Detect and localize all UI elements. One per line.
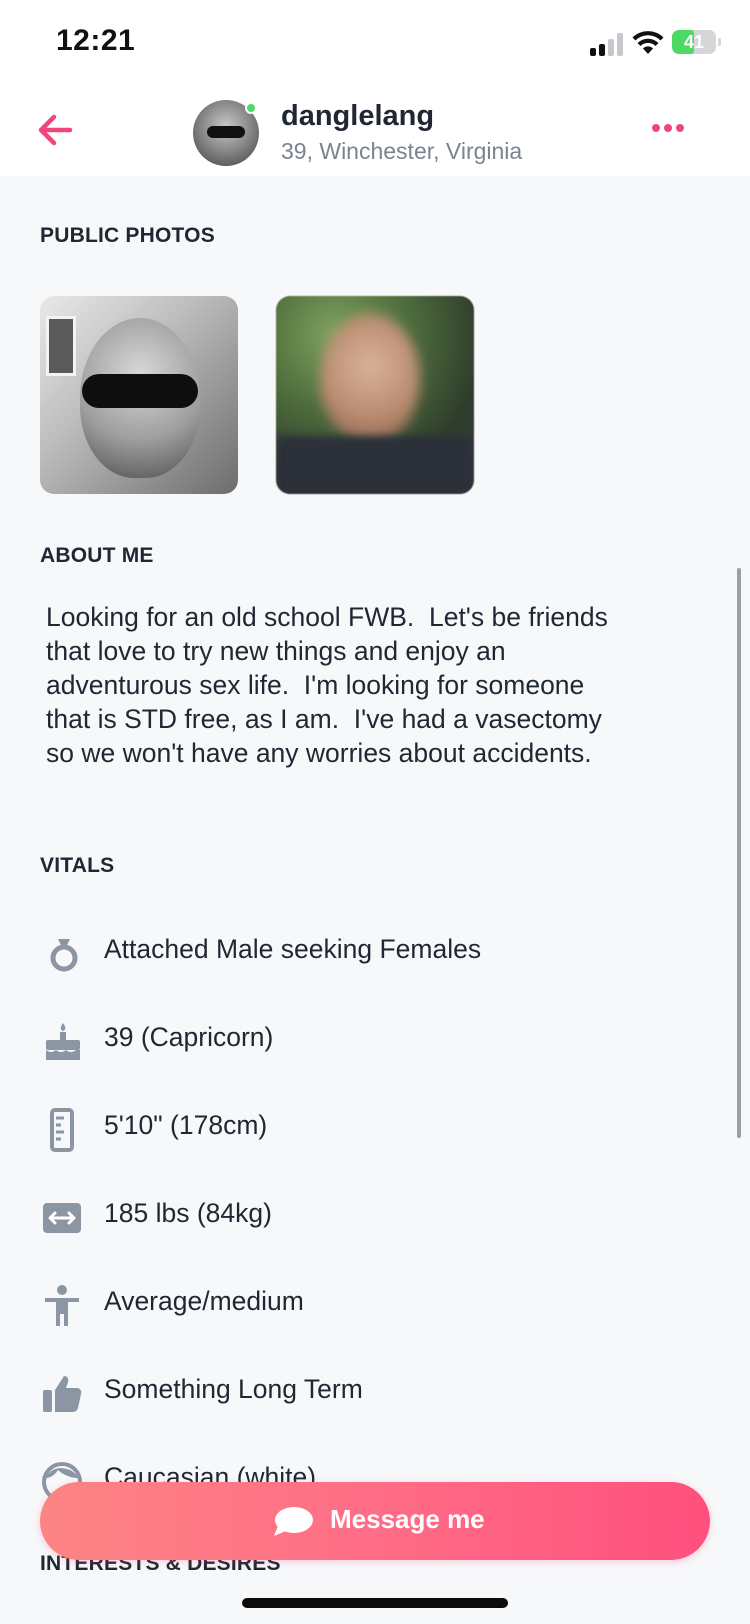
vital-item-age: 39 (Capricorn) — [40, 1008, 690, 1068]
vital-label: 5'10" (178cm) — [104, 1110, 268, 1140]
vital-label: Something Long Term — [104, 1374, 363, 1404]
profile-username: danglelang — [281, 100, 435, 132]
vital-item-height: 5'10" (178cm) — [40, 1096, 690, 1156]
message-me-label: Message me — [330, 1504, 485, 1534]
vital-label: 39 (Capricorn) — [104, 1022, 274, 1052]
more-options-icon[interactable] — [650, 122, 686, 136]
battery-percent: 41 — [683, 32, 705, 52]
profile-age-location: 39, Winchester, Virginia — [281, 138, 523, 164]
vital-label: Attached Male seeking Females — [104, 934, 482, 964]
ruler-icon — [50, 1108, 74, 1152]
vital-label: 185 lbs (84kg) — [104, 1198, 272, 1228]
vital-label: Average/medium — [104, 1286, 304, 1316]
public-photo-1[interactable] — [40, 296, 238, 494]
chat-bubble-icon — [274, 1507, 313, 1536]
section-title-vitals: VITALS — [40, 854, 115, 877]
thumbs-up-icon — [43, 1376, 82, 1412]
public-photo-2[interactable] — [276, 296, 474, 494]
battery-icon: 41 — [672, 30, 721, 54]
weight-arrows-icon — [43, 1203, 81, 1233]
section-title-public-photos: PUBLIC PHOTOS — [40, 224, 215, 247]
home-indicator[interactable] — [242, 1598, 508, 1608]
vital-item-weight: 185 lbs (84kg) — [40, 1184, 690, 1244]
ring-icon — [50, 939, 78, 972]
status-bar: 12:21 41 — [0, 0, 750, 88]
online-status-indicator — [245, 102, 257, 114]
message-me-button[interactable]: Message me — [40, 1482, 710, 1560]
about-me-text: Looking for an old school FWB. Let's be … — [46, 602, 608, 768]
section-title-about-me: ABOUT ME — [40, 544, 154, 567]
scrollbar[interactable] — [737, 568, 741, 1138]
cellular-signal-icon — [590, 32, 624, 56]
vital-item-looking-for: Something Long Term — [40, 1360, 690, 1420]
status-time: 12:21 — [56, 24, 136, 57]
vital-item-relationship: Attached Male seeking Females — [40, 920, 690, 980]
profile-header: danglelang 39, Winchester, Virginia — [0, 88, 750, 176]
back-arrow-icon[interactable] — [34, 108, 78, 152]
wifi-icon — [632, 31, 664, 54]
cake-icon — [46, 1023, 80, 1060]
vital-item-body-type: Average/medium — [40, 1272, 690, 1332]
body-type-icon — [45, 1285, 79, 1326]
